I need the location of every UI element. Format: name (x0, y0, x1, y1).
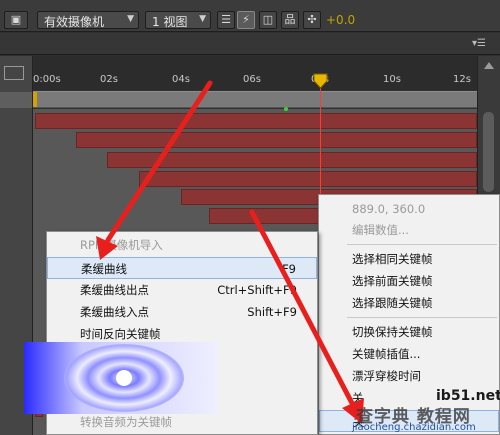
ruler-tick-label: 04s (172, 74, 190, 85)
camera-dropdown-value: 有效摄像机 (44, 15, 105, 29)
menu-item-label: 889.0, 360.0 (352, 202, 426, 216)
menu-separator (347, 244, 497, 245)
ruler-tick-label: 06s (243, 74, 261, 85)
camera-dropdown[interactable]: 有效摄像机 ▼ (37, 11, 139, 29)
layer-bar[interactable] (76, 132, 477, 148)
chevron-down-icon: ▼ (127, 14, 134, 24)
menu-item-label: 漂浮穿梭时间 (352, 369, 421, 383)
menu-item-select-previous[interactable]: 选择前面关键帧 (319, 270, 499, 292)
grid-icon[interactable]: ☰ (217, 11, 235, 29)
menu-item-label: 切换保持关键帧 (352, 325, 433, 339)
menu-item-select-same[interactable]: 选择相同关键帧 (319, 248, 499, 270)
menu-item-easy-ease-out[interactable]: 柔缓曲线出点 Ctrl+Shift+F9 (47, 279, 317, 301)
motion-blur-icon[interactable]: ✣ (303, 11, 321, 29)
panel-header: ▾☰ (0, 33, 500, 55)
camera-settings-icon[interactable]: ▣ (4, 11, 28, 29)
work-area-start-handle[interactable] (33, 92, 37, 107)
menu-item-label: 柔缓曲线入点 (80, 305, 149, 319)
ruler-tick-label: 0:00s (33, 74, 61, 85)
menu-item-label: 选择前面关键帧 (352, 274, 433, 288)
menu-item-position-value: 889.0, 360.0 (319, 198, 499, 220)
menu-item-label: 选择相同关键帧 (352, 252, 433, 266)
ruler-tick-label: 12s (453, 74, 471, 85)
ruler-tick-label: 10s (383, 74, 401, 85)
watermark-url: jiaocheng.chazidian.com (352, 422, 476, 433)
playhead-indicator[interactable] (313, 73, 328, 89)
chevron-down-icon: ▼ (199, 14, 206, 24)
menu-item-toggle-hold[interactable]: 切换保持关键帧 (319, 321, 499, 343)
menu-item-rove-across-time[interactable]: 漂浮穿梭时间 (319, 365, 499, 387)
work-area-row-left (0, 92, 32, 108)
fast-preview-icon[interactable]: ⚡ (237, 11, 255, 29)
view-dropdown-value: 1 视图 (152, 15, 188, 29)
layer-bar[interactable] (139, 171, 477, 187)
top-toolbar: ▣ 有效摄像机 ▼ 1 视图 ▼ ☰ ⚡ ◫ 品 ✣ +0.0 (0, 0, 500, 32)
menu-item-label: 编辑数值... (352, 223, 409, 237)
view-dropdown[interactable]: 1 视图 ▼ (145, 11, 211, 29)
menu-item-shortcut: Ctrl+Shift+F9 (217, 283, 297, 297)
menu-item-shortcut: F9 (282, 262, 296, 276)
scroll-up-icon[interactable] (484, 62, 494, 69)
ruler-tick-label: 02s (100, 74, 118, 85)
ripple-graphic (24, 342, 218, 414)
menu-item-edit-value[interactable]: 编辑数值... (319, 219, 499, 241)
panel-menu-icon[interactable]: ▾☰ (472, 38, 486, 49)
layer-bar[interactable] (35, 113, 477, 129)
menu-item-label: 选择跟随关键帧 (352, 296, 433, 310)
menu-item-interpolation[interactable]: 关键帧插值... (319, 343, 499, 365)
menu-item-shortcut: Shift+F9 (247, 305, 297, 319)
menu-item-easy-ease[interactable]: 柔缓曲线 F9 (47, 257, 317, 279)
offset-readout: +0.0 (326, 13, 356, 27)
menu-item-label: 转换音频为关键帧 (80, 415, 172, 429)
menu-item-select-following[interactable]: 选择跟随关键帧 (319, 292, 499, 314)
layer-bar[interactable] (107, 152, 477, 168)
menu-item-convert-audio[interactable]: 转换音频为关键帧 (47, 411, 317, 433)
menu-item-rpf-camera-import[interactable]: RPF 摄像机导入 (47, 234, 317, 256)
network-icon[interactable]: 品 (281, 11, 299, 29)
menu-item-label: 柔缓曲线出点 (80, 283, 149, 297)
scroll-thumb[interactable] (483, 112, 494, 192)
time-ruler[interactable]: 0:00s 02s 04s 06s 08s 10s 12s (33, 56, 477, 90)
composition-icon[interactable] (4, 66, 24, 80)
menu-item-label: 柔缓曲线 (81, 262, 127, 276)
render-icon[interactable]: ◫ (259, 11, 277, 29)
menu-item-label: 关键帧插值... (352, 347, 421, 361)
work-area-bar[interactable] (33, 91, 477, 108)
keyframe-marker (284, 107, 288, 111)
menu-item-label: RPF 摄像机导入 (80, 238, 163, 252)
menu-item-easy-ease-in[interactable]: 柔缓曲线入点 Shift+F9 (47, 301, 317, 323)
menu-separator (347, 317, 497, 318)
